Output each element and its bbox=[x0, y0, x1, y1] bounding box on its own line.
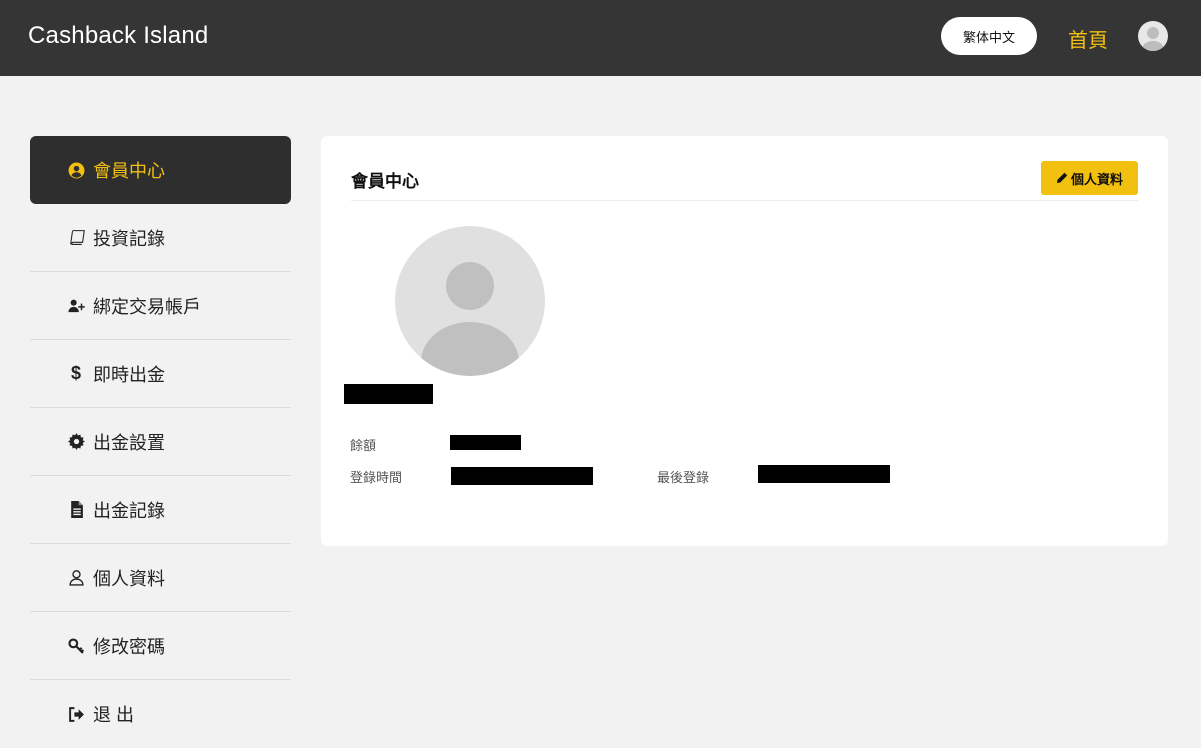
sign-out-icon bbox=[67, 705, 85, 723]
user-plus-icon bbox=[67, 297, 85, 315]
redacted-register-time bbox=[451, 467, 593, 485]
divider bbox=[351, 200, 1138, 201]
sidebar-item-instant-withdraw[interactable]: $ 即時出金 bbox=[30, 340, 291, 408]
user-avatar[interactable] bbox=[1138, 21, 1168, 51]
profile-avatar bbox=[395, 226, 545, 376]
redacted-username bbox=[344, 384, 433, 404]
book-icon bbox=[67, 229, 85, 247]
user-outline-icon bbox=[67, 569, 85, 587]
sidebar-item-member-center[interactable]: 會員中心 bbox=[30, 136, 291, 204]
sidebar: 會員中心 投資記錄 綁定交易帳戶 $ 即時出金 出金設置 出金記錄 個人資料 修… bbox=[30, 136, 291, 748]
balance-label: 餘額 bbox=[350, 438, 377, 453]
user-circle-icon bbox=[67, 161, 85, 179]
sidebar-item-label: 個人資料 bbox=[93, 568, 165, 589]
home-link[interactable]: 首頁 bbox=[1068, 24, 1108, 53]
sidebar-item-label: 出金記錄 bbox=[93, 500, 165, 521]
file-icon bbox=[67, 501, 85, 519]
register-time-label: 登錄時間 bbox=[350, 470, 403, 485]
sidebar-item-label: 投資記錄 bbox=[93, 228, 165, 249]
page-title: 會員中心 bbox=[351, 172, 419, 191]
sidebar-item-label: 退 出 bbox=[93, 705, 135, 725]
sidebar-item-label: 即時出金 bbox=[93, 364, 165, 385]
key-icon bbox=[67, 637, 85, 655]
last-login-label: 最後登錄 bbox=[657, 470, 710, 485]
sidebar-item-investment-records[interactable]: 投資記錄 bbox=[30, 204, 291, 272]
sidebar-item-profile[interactable]: 個人資料 bbox=[30, 544, 291, 612]
top-navbar: Cashback Island 繁体中文 首頁 bbox=[0, 0, 1201, 76]
sidebar-item-bind-account[interactable]: 綁定交易帳戶 bbox=[30, 272, 291, 340]
sidebar-item-label: 會員中心 bbox=[93, 161, 165, 181]
sidebar-item-withdraw-settings[interactable]: 出金設置 bbox=[30, 408, 291, 476]
pencil-icon bbox=[1056, 172, 1068, 183]
sidebar-item-change-password[interactable]: 修改密碼 bbox=[30, 612, 291, 680]
sidebar-item-label: 出金設置 bbox=[93, 432, 165, 453]
redacted-last-login bbox=[758, 465, 890, 483]
sidebar-item-logout[interactable]: 退 出 bbox=[30, 680, 291, 748]
sidebar-item-label: 修改密碼 bbox=[93, 636, 165, 657]
brand-logo[interactable]: Cashback Island bbox=[28, 22, 208, 50]
redacted-balance bbox=[450, 435, 521, 450]
sidebar-item-label: 綁定交易帳戶 bbox=[93, 296, 201, 317]
sidebar-item-withdraw-records[interactable]: 出金記錄 bbox=[30, 476, 291, 544]
edit-profile-button[interactable]: 個人資料 bbox=[1041, 161, 1138, 195]
member-center-card: 會員中心 個人資料 餘額 登錄時間 最後登錄 bbox=[321, 136, 1168, 546]
dollar-icon: $ bbox=[70, 363, 81, 383]
language-button[interactable]: 繁体中文 bbox=[941, 17, 1037, 55]
edit-profile-label: 個人資料 bbox=[1070, 171, 1123, 187]
gear-icon bbox=[67, 433, 85, 451]
